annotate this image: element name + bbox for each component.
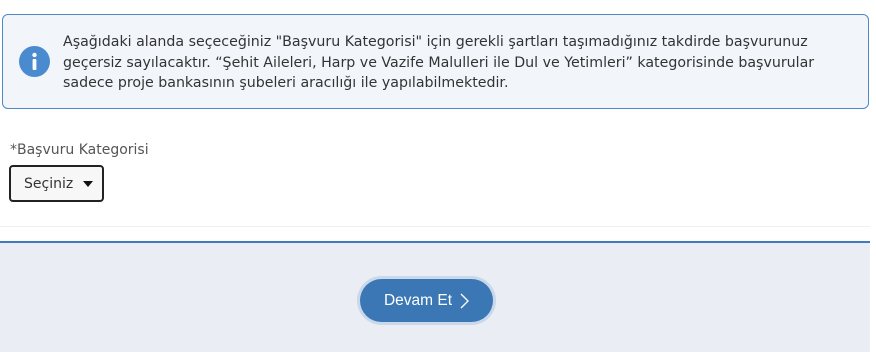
info-notice-text: Aşağıdaki alanda seçeceğiniz "Başvuru Ka… bbox=[63, 34, 815, 91]
continue-button[interactable]: Devam Et bbox=[360, 279, 493, 322]
category-select-value: Seçiniz bbox=[24, 175, 74, 192]
chevron-right-icon bbox=[460, 293, 470, 309]
category-select[interactable]: Seçiniz bbox=[9, 165, 104, 202]
caret-down-icon bbox=[83, 181, 93, 187]
info-icon bbox=[19, 46, 50, 77]
form-footer: Devam Et bbox=[0, 241, 870, 352]
divider bbox=[0, 226, 870, 227]
continue-button-label: Devam Et bbox=[383, 291, 453, 309]
category-label: *Başvuru Kategorisi bbox=[10, 142, 149, 158]
info-notice: Aşağıdaki alanda seçeceğiniz "Başvuru Ka… bbox=[2, 14, 869, 109]
